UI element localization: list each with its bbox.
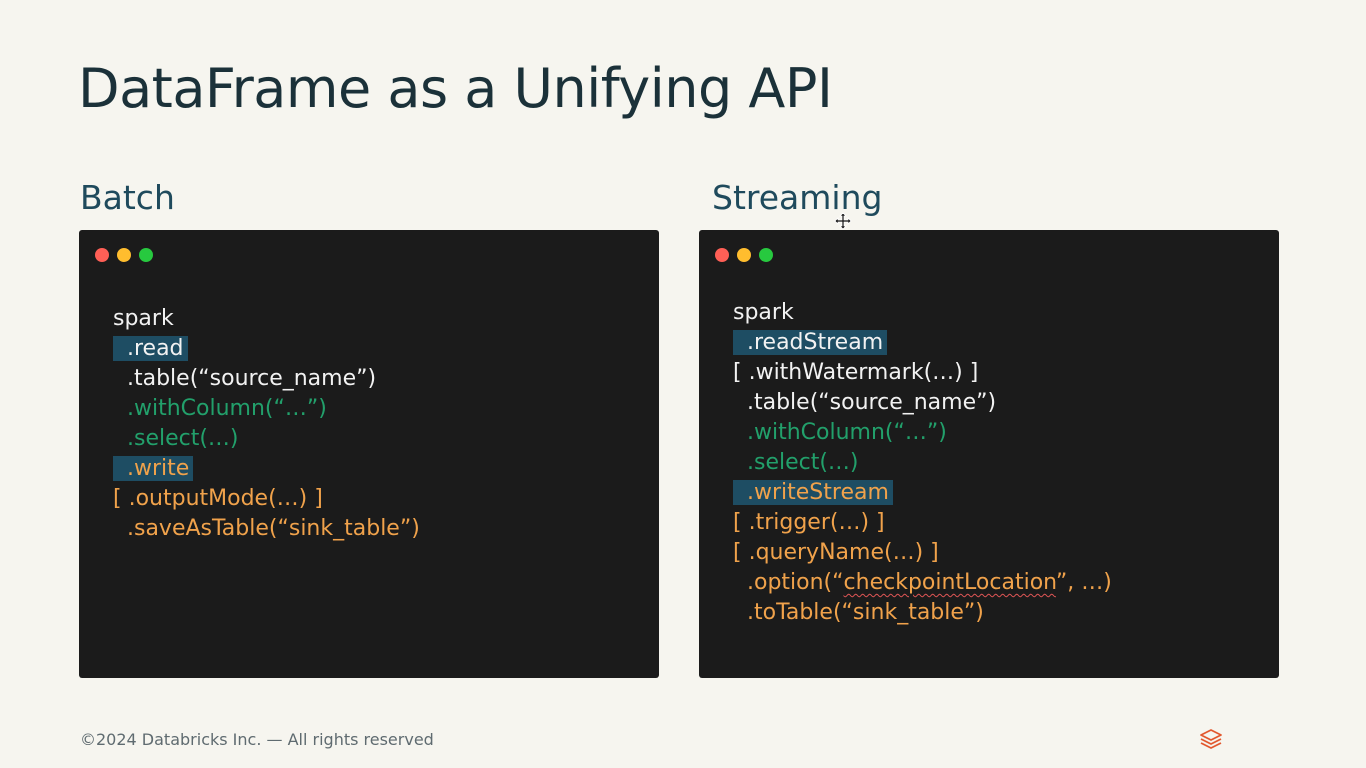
code-line: .option(“checkpointLocation”, …): [733, 568, 1112, 598]
streaming-code-panel: spark .readStream [ .withWatermark(…) ] .…: [699, 230, 1279, 678]
close-dot-icon: [95, 248, 109, 262]
code-text: .table(“source_name”): [733, 390, 997, 415]
code-line: .saveAsTable(“sink_table”): [113, 514, 420, 544]
code-text: spark: [113, 306, 174, 331]
code-text: [ .trigger(…) ]: [733, 510, 885, 535]
code-line: .toTable(“sink_table”): [733, 598, 1112, 628]
code-line: [ .queryName(…) ]: [733, 538, 1112, 568]
code-line: [ .withWatermark(…) ]: [733, 358, 1112, 388]
code-line: .table(“source_name”): [733, 388, 1112, 418]
code-text: .write: [113, 456, 194, 481]
code-line: .withColumn(“…”): [733, 418, 1112, 448]
databricks-logo-icon: [1200, 729, 1222, 749]
maximize-dot-icon: [139, 248, 153, 262]
code-line: .readStream: [733, 328, 1112, 358]
code-text: .withColumn(“…”): [113, 396, 327, 421]
spellcheck-underline: checkpointLocation: [843, 570, 1056, 595]
code-text: .option(“checkpointLocation”, …): [733, 570, 1112, 595]
batch-code-block: spark .read .table(“source_name”) .withC…: [113, 304, 420, 544]
code-line: .read: [113, 334, 420, 364]
window-controls: [715, 248, 773, 262]
code-line: .select(…): [733, 448, 1112, 478]
code-text: .withColumn(“…”): [733, 420, 947, 445]
copyright-footer: ©2024 Databricks Inc. — All rights reser…: [80, 730, 434, 749]
code-text: .saveAsTable(“sink_table”): [113, 516, 420, 541]
minimize-dot-icon: [117, 248, 131, 262]
slide-title: DataFrame as a Unifying API: [78, 57, 833, 120]
code-text: spark: [733, 300, 794, 325]
code-text: .select(…): [113, 426, 239, 451]
code-line: spark: [733, 298, 1112, 328]
code-text: [ .queryName(…) ]: [733, 540, 939, 565]
code-text: .read: [113, 336, 188, 361]
streaming-code-block: spark .readStream [ .withWatermark(…) ] .…: [733, 298, 1112, 628]
code-text: .table(“source_name”): [113, 366, 377, 391]
window-controls: [95, 248, 153, 262]
move-cursor-icon: [834, 212, 852, 230]
code-text: [ .outputMode(…) ]: [113, 486, 323, 511]
batch-heading: Batch: [80, 178, 175, 217]
streaming-heading: Streaming: [712, 178, 883, 217]
code-line: .withColumn(“…”): [113, 394, 420, 424]
maximize-dot-icon: [759, 248, 773, 262]
batch-code-panel: spark .read .table(“source_name”) .withC…: [79, 230, 659, 678]
close-dot-icon: [715, 248, 729, 262]
code-line: .write: [113, 454, 420, 484]
code-text: [ .withWatermark(…) ]: [733, 360, 979, 385]
code-line: .select(…): [113, 424, 420, 454]
code-line: [ .outputMode(…) ]: [113, 484, 420, 514]
code-text: .readStream: [733, 330, 888, 355]
code-text: .writeStream: [733, 480, 893, 505]
code-line: [ .trigger(…) ]: [733, 508, 1112, 538]
minimize-dot-icon: [737, 248, 751, 262]
code-line: spark: [113, 304, 420, 334]
code-line: .writeStream: [733, 478, 1112, 508]
code-text: .select(…): [733, 450, 859, 475]
code-line: .table(“source_name”): [113, 364, 420, 394]
code-text: .toTable(“sink_table”): [733, 600, 984, 625]
